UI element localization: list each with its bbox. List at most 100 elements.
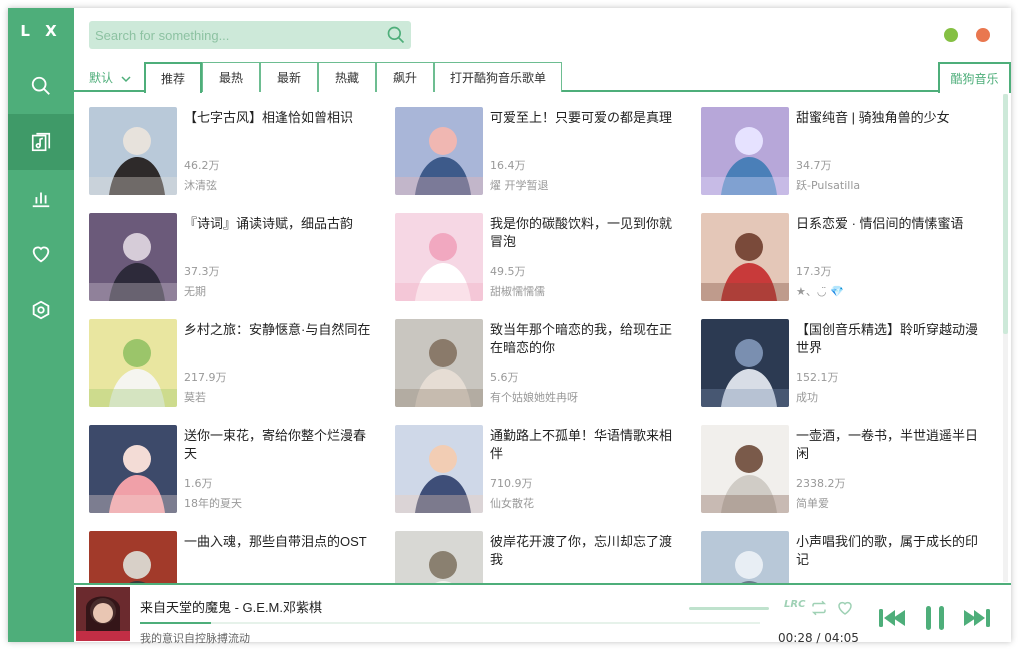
playlist-title[interactable]: 我是你的碳酸饮料，一见到你就冒泡 xyxy=(490,215,680,251)
time-separator: / xyxy=(816,631,821,645)
playlist-play-count: 16.4万 xyxy=(490,159,526,172)
repeat-icon[interactable] xyxy=(810,599,828,617)
playlist-title[interactable]: 【国创音乐精选】聆听穿越动漫世界 xyxy=(796,321,986,357)
player-bar: 来自天堂的魔鬼 - G.E.M.邓紫棋 我的意识自控脉搏流动 00:28 / 0… xyxy=(74,583,1011,645)
playlist-cover[interactable] xyxy=(395,213,483,301)
playlist-play-count: 46.2万 xyxy=(184,159,220,172)
playlist-card[interactable]: 乡村之旅：安静惬意·与自然同在 217.9万 莫若 xyxy=(74,305,374,407)
progress-bar[interactable] xyxy=(140,622,760,624)
playlist-card[interactable]: 一壶酒，一卷书，半世逍遥半日闲 2338.2万 简单爱 xyxy=(686,411,986,513)
playlist-cover[interactable] xyxy=(89,213,177,301)
search-icon[interactable] xyxy=(386,25,406,45)
sort-label: 默认 xyxy=(89,71,114,85)
playlist-title[interactable]: 通勤路上不孤单！华语情歌来相伴 xyxy=(490,427,680,463)
playlist-play-count: 2338.2万 xyxy=(796,477,846,490)
playlist-card[interactable]: 一曲入魂，那些自带泪点的OST xyxy=(74,517,374,583)
playlist-card[interactable]: 【国创音乐精选】聆听穿越动漫世界 152.1万 成功 xyxy=(686,305,986,407)
playlist-title[interactable]: 日系恋爱 · 情侣间的情愫蜜语 xyxy=(796,215,986,233)
scrollbar-thumb[interactable] xyxy=(1003,94,1008,334)
current-time: 00:28 xyxy=(778,631,813,645)
source-tab-kugou[interactable]: 酷狗音乐 xyxy=(938,62,1011,93)
progress-fill xyxy=(140,622,211,624)
playlist-play-count: 17.3万 xyxy=(796,265,832,278)
playlist-title[interactable]: 一壶酒，一卷书，半世逍遥半日闲 xyxy=(796,427,986,463)
playlist-author: 沐清弦 xyxy=(184,179,217,192)
tab-open-kugou-list[interactable]: 打开酷狗音乐歌单 xyxy=(434,62,562,92)
nav-favorites[interactable] xyxy=(8,226,74,282)
next-track-icon[interactable] xyxy=(960,607,992,629)
playlist-title[interactable]: 一曲入魂，那些自带泪点的OST xyxy=(184,533,374,551)
playlist-cover[interactable] xyxy=(701,425,789,513)
tab-bar: 默认 推荐 最热 最新 热藏 飙升 打开酷狗音乐歌单 酷狗音乐 xyxy=(74,62,1011,93)
close-button[interactable] xyxy=(976,28,990,42)
total-time: 04:05 xyxy=(824,631,859,645)
song-title: 来自天堂的魔鬼 - G.E.M.邓紫棋 xyxy=(140,600,323,615)
playlist-play-count: 1.6万 xyxy=(184,477,213,490)
playlist-cover[interactable] xyxy=(395,531,483,583)
playlist-title[interactable]: 送你一束花，寄给你整个烂漫春天 xyxy=(184,427,374,463)
playlist-title[interactable]: 『诗词』诵读诗赋，细品古韵 xyxy=(184,215,374,233)
tab-rising[interactable]: 飙升 xyxy=(376,62,434,92)
playlist-title[interactable]: 【七字古风】相逢恰如曾相识 xyxy=(184,109,374,127)
playlist-cover[interactable] xyxy=(395,107,483,195)
lyrics-toggle-button[interactable]: LRC xyxy=(784,599,806,617)
playlist-cover[interactable] xyxy=(701,319,789,407)
nav-leaderboard[interactable] xyxy=(8,170,74,226)
playlist-title[interactable]: 小声唱我们的歌，属于成长的印记 xyxy=(796,533,986,569)
pause-icon[interactable] xyxy=(922,605,948,631)
playlist-author: 有个姑娘她姓冉呀 xyxy=(490,391,578,404)
playlist-cover[interactable] xyxy=(395,425,483,513)
playlist-card[interactable]: 日系恋爱 · 情侣间的情愫蜜语 17.3万 ★、◡̈ 💎 xyxy=(686,199,986,301)
playlist-cover[interactable] xyxy=(701,213,789,301)
playlist-cover[interactable] xyxy=(89,107,177,195)
search-input[interactable] xyxy=(89,21,411,49)
volume-slider[interactable] xyxy=(689,607,769,610)
minimize-button[interactable] xyxy=(944,28,958,42)
time-display: 00:28 / 04:05 xyxy=(778,631,859,645)
playlist-card[interactable]: 甜蜜纯音 | 骑独角兽的少女 34.7万 跃-Pulsatilla xyxy=(686,93,986,195)
playlist-cover[interactable] xyxy=(395,319,483,407)
sidebar: L X xyxy=(8,8,74,642)
playlist-card[interactable]: 致当年那个暗恋的我，给现在正在暗恋的你 5.6万 有个姑娘她姓冉呀 xyxy=(380,305,680,407)
playlist-title[interactable]: 致当年那个暗恋的我，给现在正在暗恋的你 xyxy=(490,321,680,357)
playlist-play-count: 152.1万 xyxy=(796,371,839,384)
playlist-cover[interactable] xyxy=(89,531,177,583)
music-note-icon xyxy=(31,132,51,152)
playlist-card[interactable]: 可爱至上！只要可爱の都是真理 16.4万燿 开学暂退 xyxy=(380,93,680,195)
heart-outline-icon[interactable] xyxy=(836,599,854,617)
playlist-cover[interactable] xyxy=(701,107,789,195)
playlist-title[interactable]: 彼岸花开渡了你，忘川却忘了渡我 xyxy=(490,533,680,569)
player-cover[interactable] xyxy=(76,587,130,641)
playlist-play-count: 49.5万 xyxy=(490,265,526,278)
lyric-line: 我的意识自控脉搏流动 xyxy=(140,632,250,645)
previous-track-icon[interactable] xyxy=(877,607,909,629)
playlist-play-count: 34.7万 xyxy=(796,159,832,172)
playlist-author: 莫若 xyxy=(184,391,206,404)
lrc-label: LRC xyxy=(784,599,806,610)
playlist-title[interactable]: 可爱至上！只要可爱の都是真理 xyxy=(490,109,680,127)
playlist-card[interactable]: 『诗词』诵读诗赋，细品古韵 37.3万 无期 xyxy=(74,199,374,301)
playlist-card[interactable]: 送你一束花，寄给你整个烂漫春天 1.6万 18年的夏天 xyxy=(74,411,374,513)
playlist-card[interactable]: 我是你的碳酸饮料，一见到你就冒泡 49.5万甜椒懦懦儒 xyxy=(380,199,680,301)
nav-settings[interactable] xyxy=(8,282,74,338)
playlist-author: 无期 xyxy=(184,285,206,298)
playlist-author: 甜椒懦懦儒 xyxy=(490,285,545,298)
playlist-card[interactable]: 彼岸花开渡了你，忘川却忘了渡我 xyxy=(380,517,680,583)
playlist-cover[interactable] xyxy=(89,425,177,513)
playlist-card[interactable]: 小声唱我们的歌，属于成长的印记 xyxy=(686,517,986,583)
playlist-cover[interactable] xyxy=(701,531,789,583)
tab-collect[interactable]: 热藏 xyxy=(318,62,376,92)
playlist-title[interactable]: 甜蜜纯音 | 骑独角兽的少女 xyxy=(796,109,986,127)
tab-hottest[interactable]: 最热 xyxy=(202,62,260,92)
tab-newest[interactable]: 最新 xyxy=(260,62,318,92)
app-window: L X 默认 推荐 最热 最新 热藏 飙升 打开酷狗音乐歌单 xyxy=(8,8,1011,645)
playlist-title[interactable]: 乡村之旅：安静惬意·与自然同在 xyxy=(184,321,374,339)
playlist-card[interactable]: 通勤路上不孤单！华语情歌来相伴 710.9万 仙女散花 xyxy=(380,411,680,513)
playlist-cover[interactable] xyxy=(89,319,177,407)
sort-dropdown[interactable]: 默认 xyxy=(89,69,132,86)
playlist-card[interactable]: 【七字古风】相逢恰如曾相识 46.2万沐清弦 xyxy=(74,93,374,195)
tab-recommend[interactable]: 推荐 xyxy=(144,62,202,93)
nav-search[interactable] xyxy=(8,58,74,114)
nav-songlist[interactable] xyxy=(8,114,74,170)
chevron-down-icon xyxy=(121,75,131,82)
